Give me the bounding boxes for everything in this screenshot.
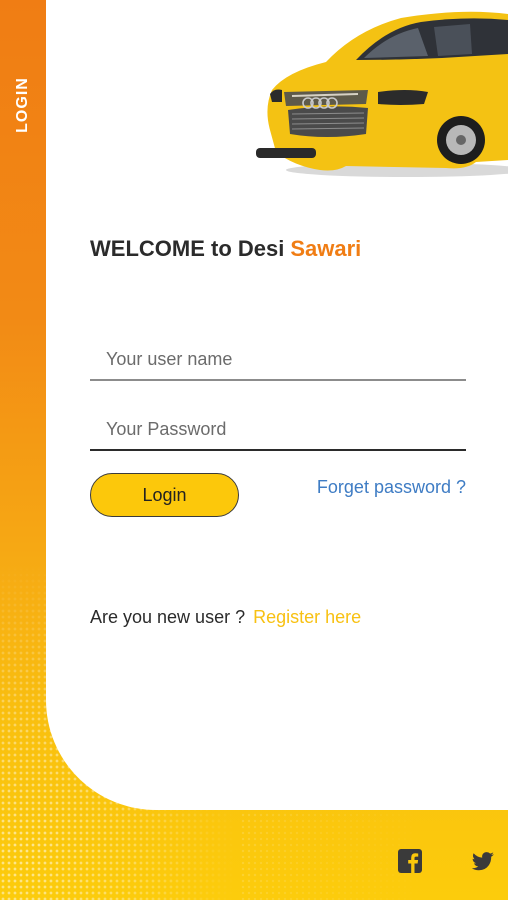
password-input[interactable] (90, 409, 466, 449)
login-card: WELCOME to DesiSawari Login Forget passw… (46, 0, 508, 810)
login-side-tab[interactable]: LOGIN (0, 40, 46, 170)
forgot-password-link[interactable]: Forget password ? (317, 477, 466, 498)
register-prompt: Are you new user ? (90, 607, 246, 627)
username-field (90, 339, 466, 381)
login-button[interactable]: Login (90, 473, 239, 517)
username-input[interactable] (90, 339, 466, 379)
car-image (256, 11, 508, 177)
register-link[interactable]: Register here (253, 607, 361, 627)
welcome-prefix: WELCOME to Desi (90, 236, 285, 261)
password-field (90, 409, 466, 451)
halftone-pattern-footer (240, 800, 508, 900)
brand-name: Sawari (290, 236, 362, 261)
register-row: Are you new user ? Register here (90, 607, 361, 628)
welcome-heading: WELCOME to Desi Sawari (90, 236, 361, 262)
login-side-tab-label: LOGIN (14, 77, 32, 133)
facebook-icon[interactable] (397, 848, 423, 874)
twitter-icon[interactable] (470, 848, 496, 874)
